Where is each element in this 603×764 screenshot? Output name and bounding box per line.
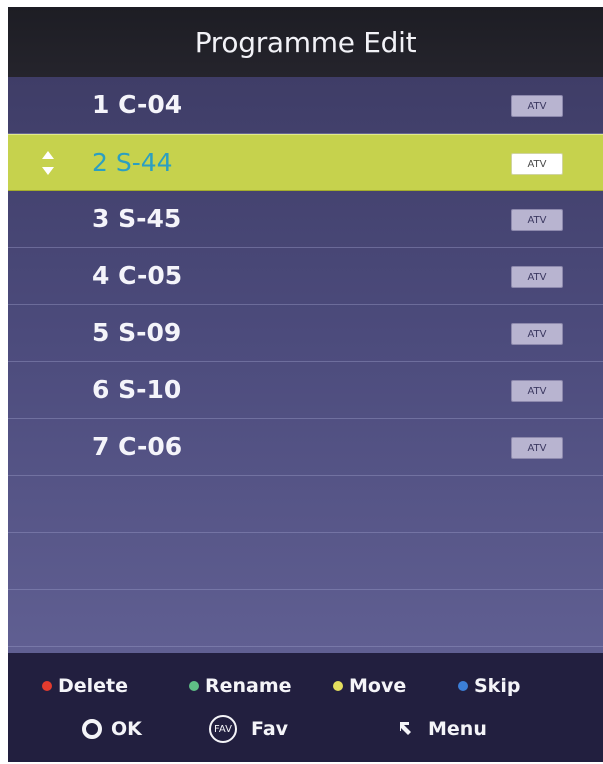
ok-circle-icon	[82, 719, 102, 739]
channel-label: 1 C-04	[92, 90, 183, 119]
skip-hint[interactable]: Skip	[458, 675, 520, 697]
ok-hint[interactable]: OK	[82, 718, 142, 740]
menu-label: Menu	[428, 718, 487, 740]
atv-badge: ATV	[511, 380, 563, 402]
fav-label: Fav	[251, 718, 289, 740]
move-label: Move	[349, 675, 407, 697]
move-updown-icon	[42, 151, 54, 175]
channel-row-selected[interactable]: 2 S-44 ATV	[8, 134, 603, 191]
fav-hint[interactable]: FAV Fav	[209, 715, 288, 743]
empty-row	[8, 590, 603, 647]
fav-circle-icon: FAV	[209, 715, 237, 743]
ok-label: OK	[111, 718, 142, 740]
atv-badge: ATV	[511, 323, 563, 345]
channel-row[interactable]: 7 C-06 ATV	[8, 419, 603, 476]
channel-row[interactable]: 5 S-09 ATV	[8, 305, 603, 362]
rename-label: Rename	[205, 675, 292, 697]
channel-row[interactable]: 4 C-05 ATV	[8, 248, 603, 305]
delete-label: Delete	[58, 675, 129, 697]
menu-hint[interactable]: Menu	[400, 718, 487, 740]
green-button-icon	[189, 681, 199, 691]
empty-row	[8, 533, 603, 590]
atv-badge: ATV	[511, 95, 563, 117]
atv-badge: ATV	[511, 153, 563, 175]
page-title: Programme Edit	[194, 25, 417, 59]
channel-label: 7 C-06	[92, 432, 183, 461]
channel-label: 5 S-09	[92, 318, 182, 347]
empty-row	[8, 476, 603, 533]
atv-badge: ATV	[511, 209, 563, 231]
channel-label: 6 S-10	[92, 375, 182, 404]
yellow-button-icon	[333, 681, 343, 691]
rename-hint[interactable]: Rename	[189, 675, 292, 697]
programme-edit-screen: Programme Edit 1 C-04 ATV 2 S-44 ATV 3 S…	[8, 7, 603, 762]
channel-row[interactable]: 6 S-10 ATV	[8, 362, 603, 419]
blue-button-icon	[458, 681, 468, 691]
footer-hints: Delete Rename Move Skip OK FAV Fav Menu	[8, 653, 603, 762]
channel-row[interactable]: 1 C-04 ATV	[8, 77, 603, 134]
title-bar: Programme Edit	[8, 7, 603, 77]
atv-badge: ATV	[511, 266, 563, 288]
channel-label: 4 C-05	[92, 261, 183, 290]
channel-label: 3 S-45	[92, 204, 182, 233]
delete-hint[interactable]: Delete	[42, 675, 128, 697]
channel-list: 1 C-04 ATV 2 S-44 ATV 3 S-45 ATV 4 C-05 …	[8, 77, 603, 653]
atv-badge: ATV	[511, 437, 563, 459]
move-hint[interactable]: Move	[333, 675, 406, 697]
channel-label: 2 S-44	[92, 148, 173, 177]
return-arrow-icon	[400, 722, 411, 735]
red-button-icon	[42, 681, 52, 691]
channel-row[interactable]: 3 S-45 ATV	[8, 191, 603, 248]
skip-label: Skip	[474, 675, 521, 697]
